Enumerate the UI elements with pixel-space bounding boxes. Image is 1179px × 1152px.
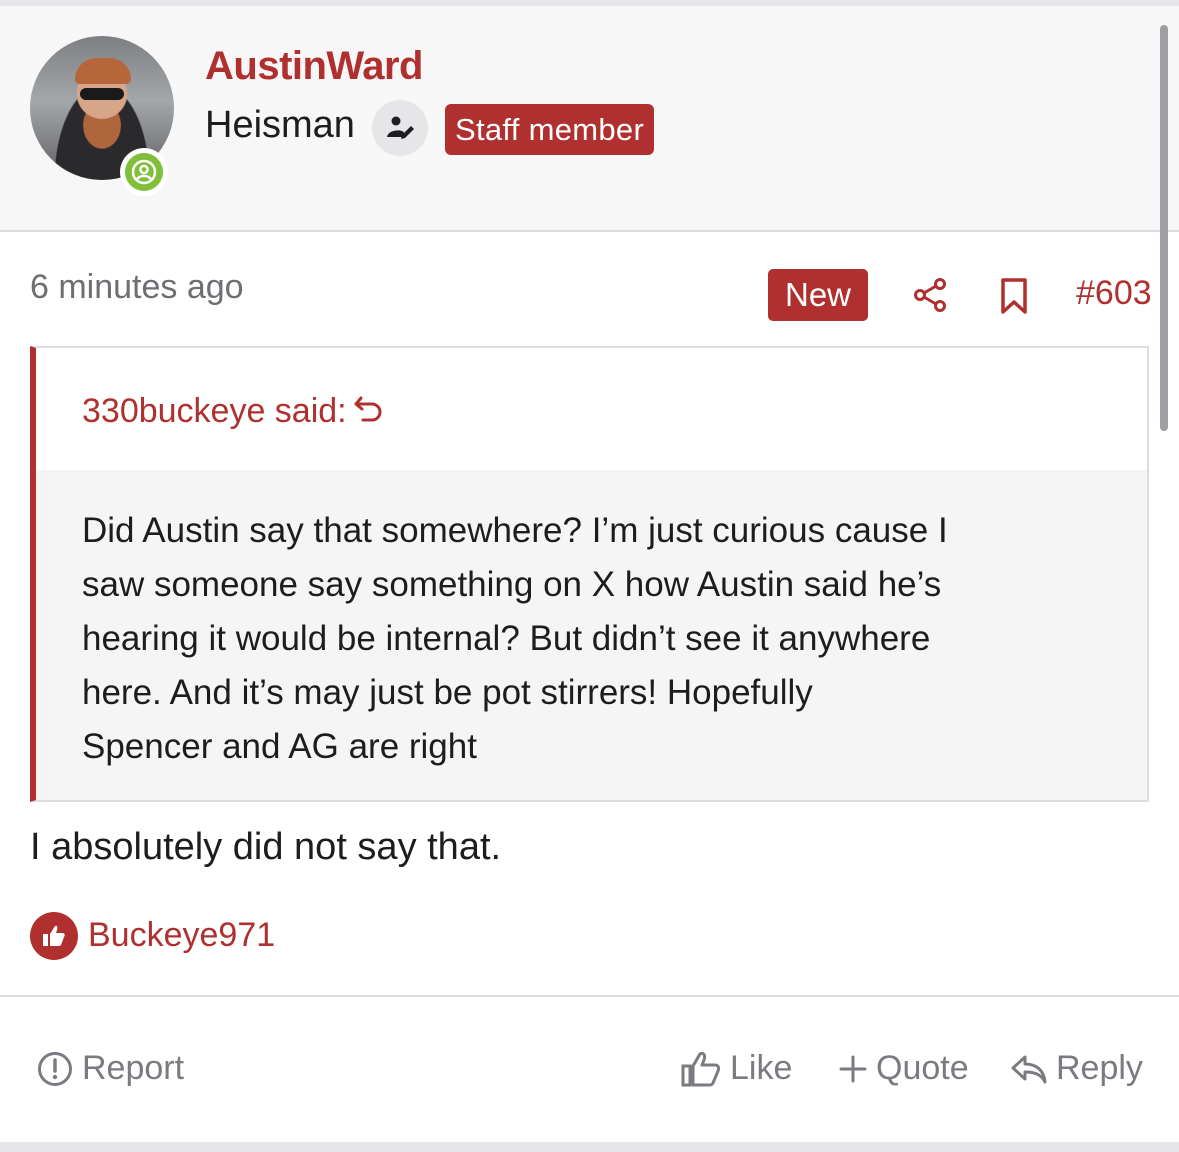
new-badge: New: [768, 269, 868, 321]
quote-line: saw someone say something on X how Austi…: [82, 565, 942, 604]
post-number-link[interactable]: #603: [1076, 274, 1152, 313]
reaction-user[interactable]: Buckeye971: [88, 916, 275, 955]
quote-button[interactable]: Quote: [838, 1049, 969, 1088]
post-meta: 6 minutes ago New #603: [0, 232, 1179, 346]
quote-line: Did Austin say that somewhere? I’m just …: [82, 511, 948, 550]
plus-icon: [839, 1055, 867, 1082]
quote-block: 330buckeye said: Did Austin say that som…: [30, 346, 1149, 802]
scrollbar[interactable]: [1160, 25, 1168, 431]
bookmark-icon[interactable]: [998, 277, 1030, 315]
report-label: Report: [82, 1049, 185, 1087]
share-icon[interactable]: [912, 277, 948, 313]
avatar-glasses: [80, 88, 124, 100]
quote-header: 330buckeye said:: [36, 348, 1147, 470]
like-reaction-icon: [30, 912, 78, 960]
report-button[interactable]: Report: [36, 1049, 184, 1088]
quote-label: Quote: [876, 1049, 969, 1087]
username[interactable]: AustinWard: [205, 44, 423, 89]
like-label: Like: [730, 1049, 793, 1087]
reply-button[interactable]: Reply: [1010, 1049, 1143, 1088]
post-body: I absolutely did not say that.: [30, 826, 502, 868]
reply-arrow-icon: [1011, 1055, 1047, 1083]
quote-line: hearing it would be internal? But didn’t…: [82, 619, 931, 658]
thread-starter-icon: [372, 100, 428, 156]
quote-body: Did Austin say that somewhere? I’m just …: [36, 470, 1147, 800]
quote-line: Spencer and AG are right: [82, 727, 477, 766]
quote-line: here. And it’s may just be pot stirrers!…: [82, 673, 813, 712]
thumbs-up-icon: [681, 1051, 721, 1086]
post-timestamp[interactable]: 6 minutes ago: [30, 268, 244, 307]
quote-author[interactable]: 330buckeye said:: [82, 392, 347, 431]
bottom-divider: [0, 1142, 1179, 1152]
jump-to-quote-icon[interactable]: [352, 392, 386, 426]
user-header: AustinWard Heisman Staff member: [0, 6, 1179, 232]
alert-circle-icon: [38, 1051, 72, 1086]
user-title: Heisman: [205, 104, 355, 146]
staff-badge: Staff member: [445, 104, 655, 155]
post-actions: Report Like Quote Reply: [0, 997, 1179, 1142]
online-status-icon: [120, 148, 168, 196]
quote-text: Did Austin say that somewhere? I’m just …: [82, 504, 1112, 774]
like-button[interactable]: Like: [680, 1049, 792, 1088]
reply-label: Reply: [1056, 1049, 1143, 1087]
avatar-hat: [75, 58, 131, 84]
